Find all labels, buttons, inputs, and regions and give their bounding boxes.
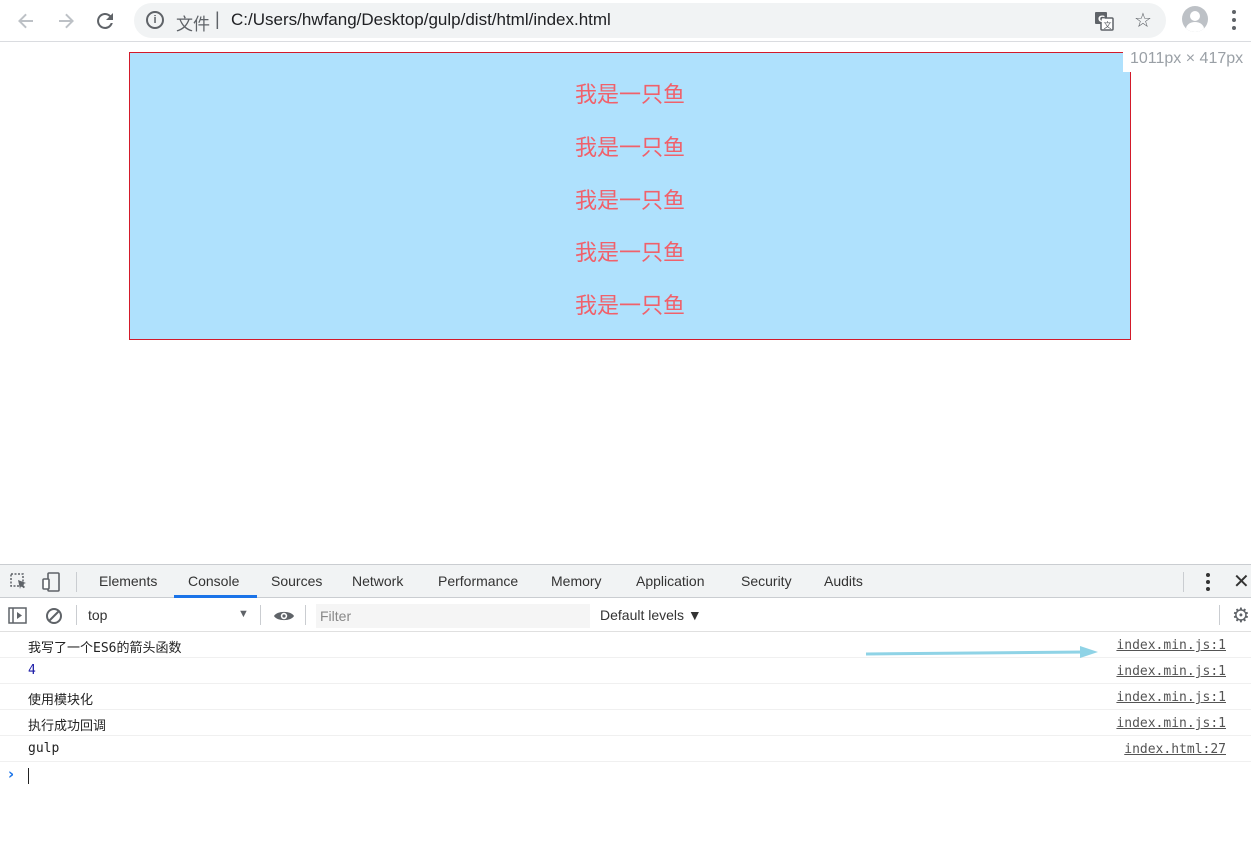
fish-text-4: 我是一只鱼 bbox=[574, 241, 685, 266]
console-source-link[interactable]: index.min.js:1 bbox=[1116, 664, 1226, 679]
console-message-text: gulp bbox=[28, 741, 60, 756]
console-sidebar-icon[interactable] bbox=[8, 607, 28, 625]
scheme-label: 文件 bbox=[176, 15, 210, 34]
prompt-chevron-icon: › bbox=[8, 765, 15, 783]
tab-sources[interactable]: Sources bbox=[271, 573, 322, 589]
active-tab-indicator bbox=[174, 595, 257, 598]
tab-performance[interactable]: Performance bbox=[438, 573, 518, 589]
annotation-arrow-icon bbox=[866, 646, 1098, 658]
devtools-panel: Elements Console Sources Network Perform… bbox=[0, 564, 1251, 868]
context-selector[interactable]: top bbox=[88, 607, 107, 623]
console-input-caret bbox=[28, 768, 29, 784]
console-prompt[interactable]: › bbox=[0, 762, 1251, 788]
profile-avatar[interactable] bbox=[1182, 6, 1208, 32]
inspect-element-icon[interactable] bbox=[10, 573, 28, 591]
log-levels-dropdown[interactable]: Default levels ▼ bbox=[600, 607, 702, 623]
tab-memory[interactable]: Memory bbox=[551, 573, 602, 589]
arrow-left-icon bbox=[18, 13, 33, 29]
svg-text:文: 文 bbox=[1104, 20, 1112, 30]
reload-icon bbox=[97, 12, 113, 29]
device-toolbar-icon[interactable] bbox=[42, 572, 62, 592]
bookmark-star-icon[interactable]: ☆ bbox=[1134, 8, 1152, 33]
console-filter-input[interactable] bbox=[316, 604, 590, 628]
browser-toolbar: i 文件 | C:/Users/hwfang/Desktop/gulp/dist… bbox=[0, 0, 1251, 42]
devtools-tabbar: Elements Console Sources Network Perform… bbox=[0, 565, 1251, 598]
scheme-separator: | bbox=[215, 9, 220, 29]
browser-menu-icon[interactable] bbox=[1224, 8, 1244, 32]
console-toolbar: top ▼ Default levels ▼ ⚙ bbox=[0, 599, 1251, 632]
tab-elements[interactable]: Elements bbox=[99, 573, 157, 589]
devtools-close-icon[interactable]: ✕ bbox=[1233, 569, 1250, 594]
console-settings-gear-icon[interactable]: ⚙ bbox=[1232, 603, 1250, 628]
clear-console-icon[interactable] bbox=[45, 607, 63, 625]
element-size-tooltip: 1011px × 417px bbox=[1123, 48, 1244, 72]
context-dropdown-icon[interactable]: ▼ bbox=[238, 608, 249, 620]
forward-button[interactable] bbox=[51, 6, 81, 36]
console-message: 使用模块化 index.min.js:1 bbox=[0, 684, 1251, 710]
devtools-more-icon[interactable] bbox=[1205, 573, 1211, 591]
translate-icon[interactable]: G 文 bbox=[1094, 11, 1114, 31]
console-message-text: 4 bbox=[28, 663, 36, 678]
info-icon[interactable]: i bbox=[146, 11, 164, 29]
tab-security[interactable]: Security bbox=[741, 573, 792, 589]
fish-text-3: 我是一只鱼 bbox=[574, 189, 685, 214]
back-button[interactable] bbox=[11, 6, 41, 36]
fish-text-1: 我是一只鱼 bbox=[574, 83, 685, 108]
console-message: 执行成功回调 index.min.js:1 bbox=[0, 710, 1251, 736]
console-message-text: 使用模块化 bbox=[28, 693, 94, 708]
console-message-text: 我写了一个ES6的箭头函数 bbox=[28, 641, 182, 656]
console-message-text: 执行成功回调 bbox=[28, 719, 107, 734]
fish-text-2: 我是一只鱼 bbox=[574, 136, 685, 161]
console-source-link[interactable]: index.min.js:1 bbox=[1116, 638, 1226, 653]
console-source-link[interactable]: index.html:27 bbox=[1124, 742, 1226, 757]
url-text[interactable]: C:/Users/hwfang/Desktop/gulp/dist/html/i… bbox=[231, 10, 611, 30]
tab-console[interactable]: Console bbox=[188, 573, 239, 589]
address-bar[interactable]: i 文件 | C:/Users/hwfang/Desktop/gulp/dist… bbox=[134, 3, 1166, 38]
tab-audits[interactable]: Audits bbox=[824, 573, 863, 589]
live-expression-eye-icon[interactable] bbox=[273, 608, 295, 624]
console-message: gulp index.html:27 bbox=[0, 736, 1251, 762]
console-source-link[interactable]: index.min.js:1 bbox=[1116, 690, 1226, 705]
tab-application[interactable]: Application bbox=[636, 573, 705, 589]
arrow-right-icon bbox=[59, 13, 74, 29]
fish-text-5: 我是一只鱼 bbox=[574, 294, 685, 319]
console-source-link[interactable]: index.min.js:1 bbox=[1116, 716, 1226, 731]
tab-network[interactable]: Network bbox=[352, 573, 403, 589]
reload-button[interactable] bbox=[90, 6, 120, 36]
fish-container: 我是一只鱼 我是一只鱼 我是一只鱼 我是一只鱼 我是一只鱼 bbox=[129, 52, 1131, 340]
